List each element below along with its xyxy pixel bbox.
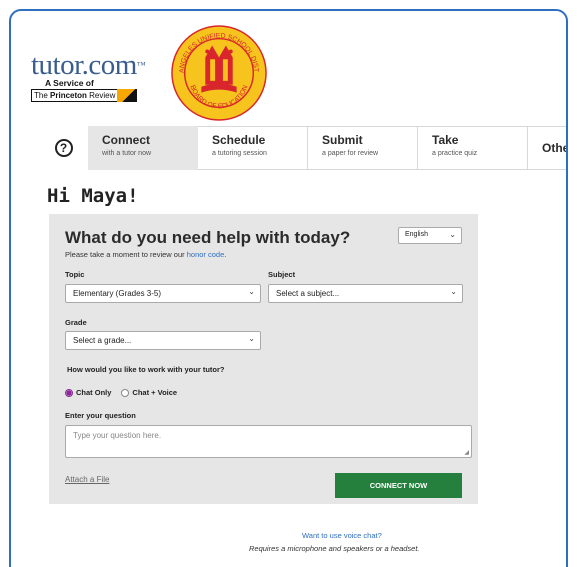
mode-radio-group: Chat Only Chat + Voice bbox=[65, 388, 177, 397]
radio-chat-voice-label: Chat + Voice bbox=[132, 388, 178, 397]
help-request-form: What do you need help with today? Englis… bbox=[49, 214, 478, 504]
radio-selected-icon bbox=[65, 388, 73, 397]
grade-label: Grade bbox=[65, 318, 87, 327]
tab-take-title: Take bbox=[432, 133, 459, 147]
honor-code-link[interactable]: honor code bbox=[187, 250, 225, 259]
tab-submit[interactable]: Submit a paper for review bbox=[308, 126, 418, 170]
chevron-down-icon: ⌄ bbox=[248, 287, 255, 296]
voice-chat-link[interactable]: Want to use voice chat? bbox=[302, 531, 382, 540]
question-label: Enter your question bbox=[65, 411, 136, 420]
tab-schedule-title: Schedule bbox=[212, 133, 266, 147]
honor-code-intro: Please take a moment to review our honor… bbox=[65, 250, 226, 259]
question-placeholder: Type your question here. bbox=[73, 431, 162, 440]
language-select[interactable]: English ⌄ bbox=[398, 227, 462, 244]
topic-select[interactable]: Elementary (Grades 3-5) ⌄ bbox=[65, 284, 261, 303]
topic-value: Elementary (Grades 3-5) bbox=[73, 289, 162, 298]
form-title: What do you need help with today? bbox=[65, 228, 351, 247]
tab-connect[interactable]: Connect with a tutor now bbox=[88, 126, 198, 170]
intro-text: Please take a moment to review our bbox=[65, 250, 187, 259]
radio-chat-voice[interactable]: Chat + Voice bbox=[121, 388, 177, 397]
subject-select[interactable]: Select a subject... ⌄ bbox=[268, 284, 463, 303]
greeting-heading: Hi Maya! bbox=[47, 185, 139, 207]
tab-schedule-subtitle: a tutoring session bbox=[212, 150, 267, 157]
tab-connect-subtitle: with a tutor now bbox=[102, 150, 152, 157]
princeton-review-flag-icon bbox=[117, 89, 138, 102]
main-nav-tabs: ? Connect with a tutor now Schedule a tu… bbox=[39, 126, 566, 170]
attach-file-link[interactable]: Attach a File bbox=[65, 475, 109, 484]
tab-schedule[interactable]: Schedule a tutoring session bbox=[198, 126, 308, 170]
grade-select[interactable]: Select a grade... ⌄ bbox=[65, 331, 261, 350]
tab-submit-title: Submit bbox=[322, 133, 363, 147]
mode-question: How would you like to work with your tut… bbox=[67, 365, 225, 374]
question-mark-icon: ? bbox=[54, 139, 73, 157]
topic-label: Topic bbox=[65, 270, 85, 279]
connect-now-button[interactable]: CONNECT NOW bbox=[335, 473, 462, 498]
subject-placeholder: Select a subject... bbox=[276, 289, 340, 298]
tab-other[interactable]: Other T bbox=[528, 126, 566, 170]
resize-grip-icon[interactable]: ◢ bbox=[464, 449, 469, 456]
question-textarea[interactable]: Type your question here. ◢ bbox=[65, 425, 472, 458]
tab-connect-title: Connect bbox=[102, 133, 150, 147]
chevron-down-icon: ⌄ bbox=[450, 287, 457, 296]
subject-label: Subject bbox=[268, 270, 296, 279]
tab-take[interactable]: Take a practice quiz bbox=[418, 126, 528, 170]
tab-submit-subtitle: a paper for review bbox=[322, 150, 379, 157]
chevron-down-icon: ⌄ bbox=[248, 334, 255, 343]
chevron-down-icon: ⌄ bbox=[449, 230, 456, 239]
tutor-com-logo[interactable]: tutor.com™ A Service of The Princeton Re… bbox=[31, 49, 153, 102]
radio-chat-only[interactable]: Chat Only bbox=[65, 388, 111, 397]
lausd-seal-logo: LOS ANGELES UNIFIED SCHOOL DISTRICT BOAR… bbox=[170, 24, 267, 121]
app-frame: tutor.com™ A Service of The Princeton Re… bbox=[9, 9, 568, 567]
princeton-review-badge: The Princeton Review bbox=[31, 89, 153, 102]
tutor-com-wordmark: tutor.com™ bbox=[31, 49, 146, 81]
tab-take-subtitle: a practice quiz bbox=[432, 150, 478, 157]
tab-other-title: Other T bbox=[542, 141, 566, 155]
help-button[interactable]: ? bbox=[39, 126, 88, 170]
voice-requirement-text: Requires a microphone and speakers or a … bbox=[249, 544, 420, 553]
radio-empty-icon bbox=[121, 388, 130, 397]
grade-placeholder: Select a grade... bbox=[73, 336, 132, 345]
intro-period: . bbox=[224, 250, 227, 259]
language-value: English bbox=[405, 231, 428, 238]
radio-chat-only-label: Chat Only bbox=[76, 388, 112, 397]
